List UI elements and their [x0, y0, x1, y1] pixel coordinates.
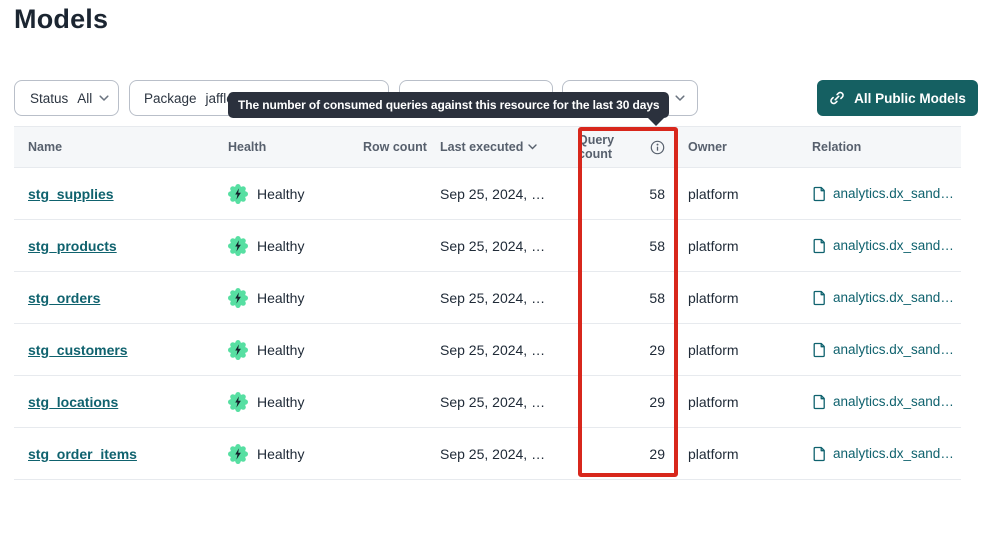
- health-cell: Healthy: [228, 444, 363, 464]
- last-executed-cell: Sep 25, 2024, …: [440, 238, 578, 254]
- table-row: stg_locations Healthy Sep 25, 2024, …: [14, 376, 961, 428]
- owner-cell: platform: [678, 394, 804, 410]
- relation-cell: analytics.dx_sand…: [804, 238, 961, 254]
- owner-cell: platform: [678, 186, 804, 202]
- page-title: Models: [14, 4, 108, 35]
- healthy-bolt-badge-icon: [228, 392, 248, 412]
- relation-cell: analytics.dx_sand…: [804, 394, 961, 410]
- column-header-relation: Relation: [804, 140, 961, 154]
- column-header-query-count: Query count: [578, 133, 678, 161]
- table-row: stg_products Healthy Sep 25, 2024, …: [14, 220, 961, 272]
- column-header-name: Name: [14, 140, 228, 154]
- all-public-models-button[interactable]: All Public Models: [817, 80, 978, 116]
- last-executed-cell: Sep 25, 2024, …: [440, 290, 578, 306]
- health-cell: Healthy: [228, 236, 363, 256]
- model-name-cell: stg_supplies: [14, 186, 228, 202]
- relation-link[interactable]: analytics.dx_sand…: [833, 394, 954, 409]
- relation-link[interactable]: analytics.dx_sand…: [833, 238, 954, 253]
- model-name-link[interactable]: stg_orders: [28, 290, 100, 306]
- health-status-label: Healthy: [257, 446, 304, 462]
- chevron-down-icon: [528, 144, 537, 150]
- table-row: stg_orders Healthy Sep 25, 2024, … 5: [14, 272, 961, 324]
- model-name-cell: stg_locations: [14, 394, 228, 410]
- model-name-link[interactable]: stg_order_items: [28, 446, 137, 462]
- model-name-link[interactable]: stg_customers: [28, 342, 128, 358]
- relation-cell: analytics.dx_sand…: [804, 446, 961, 462]
- relation-link[interactable]: analytics.dx_sand…: [833, 342, 954, 357]
- model-name-link[interactable]: stg_supplies: [28, 186, 114, 202]
- table-row: stg_order_items Healthy Sep 25, 2024, …: [14, 428, 961, 480]
- owner-cell: platform: [678, 290, 804, 306]
- model-name-cell: stg_orders: [14, 290, 228, 306]
- table-row: stg_supplies Healthy Sep 25, 2024, …: [14, 168, 961, 220]
- health-cell: Healthy: [228, 288, 363, 308]
- query-count-tooltip: The number of consumed queries against t…: [228, 92, 669, 118]
- health-status-label: Healthy: [257, 342, 304, 358]
- model-name-link[interactable]: stg_locations: [28, 394, 118, 410]
- query-count-cell: 58: [578, 186, 678, 202]
- document-icon: [812, 290, 826, 306]
- query-count-cell: 58: [578, 290, 678, 306]
- health-cell: Healthy: [228, 340, 363, 360]
- healthy-bolt-badge-icon: [228, 340, 248, 360]
- table-row: stg_customers Healthy Sep 25, 2024, …: [14, 324, 961, 376]
- package-filter-label: Package: [144, 91, 197, 106]
- query-count-cell: 29: [578, 394, 678, 410]
- last-executed-cell: Sep 25, 2024, …: [440, 186, 578, 202]
- relation-link[interactable]: analytics.dx_sand…: [833, 446, 954, 461]
- healthy-bolt-badge-icon: [228, 236, 248, 256]
- column-header-last-executed[interactable]: Last executed: [440, 140, 578, 154]
- query-count-cell: 29: [578, 446, 678, 462]
- owner-cell: platform: [678, 446, 804, 462]
- health-status-label: Healthy: [257, 238, 304, 254]
- document-icon: [812, 446, 826, 462]
- owner-cell: platform: [678, 238, 804, 254]
- tooltip-text: The number of consumed queries against t…: [238, 98, 659, 112]
- document-icon: [812, 186, 826, 202]
- healthy-bolt-badge-icon: [228, 184, 248, 204]
- document-icon: [812, 342, 826, 358]
- table-body: stg_supplies Healthy Sep 25, 2024, …: [14, 168, 961, 480]
- document-icon: [812, 394, 826, 410]
- all-public-models-label: All Public Models: [854, 91, 966, 106]
- chevron-down-icon: [99, 95, 109, 102]
- relation-link[interactable]: analytics.dx_sand…: [833, 290, 954, 305]
- model-name-cell: stg_order_items: [14, 446, 228, 462]
- health-status-label: Healthy: [257, 290, 304, 306]
- models-table: Name Health Row count Last executed Quer…: [14, 126, 961, 480]
- health-status-label: Healthy: [257, 394, 304, 410]
- chevron-down-icon: [675, 95, 685, 102]
- model-name-cell: stg_products: [14, 238, 228, 254]
- health-cell: Healthy: [228, 392, 363, 412]
- model-name-cell: stg_customers: [14, 342, 228, 358]
- health-cell: Healthy: [228, 184, 363, 204]
- last-executed-cell: Sep 25, 2024, …: [440, 342, 578, 358]
- relation-cell: analytics.dx_sand…: [804, 186, 961, 202]
- info-icon[interactable]: [650, 140, 665, 155]
- column-header-owner: Owner: [678, 140, 804, 154]
- query-count-cell: 29: [578, 342, 678, 358]
- relation-cell: analytics.dx_sand…: [804, 290, 961, 306]
- health-status-label: Healthy: [257, 186, 304, 202]
- last-executed-cell: Sep 25, 2024, …: [440, 394, 578, 410]
- table-header-row: Name Health Row count Last executed Quer…: [14, 126, 961, 168]
- healthy-bolt-badge-icon: [228, 288, 248, 308]
- document-icon: [812, 238, 826, 254]
- relation-cell: analytics.dx_sand…: [804, 342, 961, 358]
- relation-link[interactable]: analytics.dx_sand…: [833, 186, 954, 201]
- status-filter-label: Status: [30, 91, 68, 106]
- owner-cell: platform: [678, 342, 804, 358]
- query-count-cell: 58: [578, 238, 678, 254]
- status-filter-dropdown[interactable]: Status All: [14, 80, 119, 116]
- model-name-link[interactable]: stg_products: [28, 238, 117, 254]
- link-icon: [829, 90, 845, 106]
- column-header-row-count: Row count: [363, 140, 440, 154]
- healthy-bolt-badge-icon: [228, 444, 248, 464]
- column-header-health: Health: [228, 140, 363, 154]
- last-executed-cell: Sep 25, 2024, …: [440, 446, 578, 462]
- status-filter-value: All: [77, 91, 92, 106]
